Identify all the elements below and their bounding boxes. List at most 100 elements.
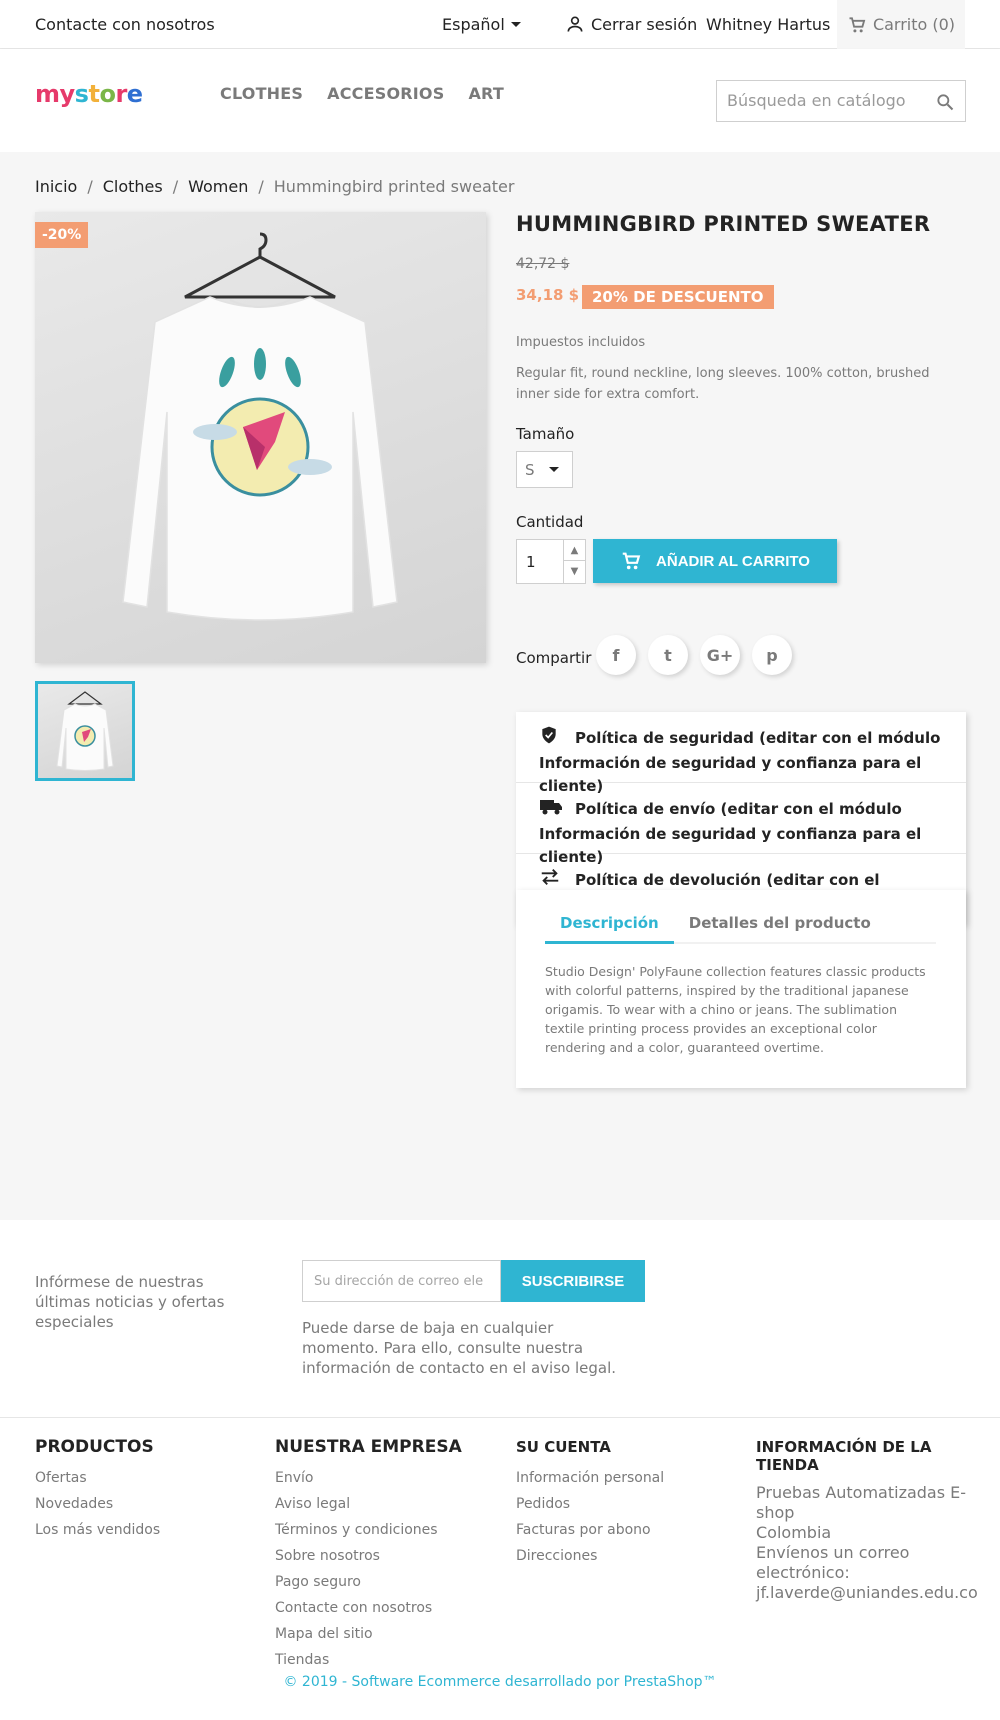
language-selector[interactable]: Español bbox=[442, 15, 521, 34]
quantity-label: Cantidad bbox=[516, 513, 584, 531]
breadcrumb-separator: / bbox=[172, 177, 179, 196]
store-country: Colombia bbox=[756, 1523, 832, 1542]
product-thumbnail[interactable] bbox=[35, 681, 135, 781]
product-cover-image[interactable] bbox=[35, 212, 486, 663]
product-short-description: Regular fit, round neckline, long sleeve… bbox=[516, 366, 930, 402]
footer-link[interactable]: Tiendas bbox=[275, 1647, 485, 1673]
main-nav: CLOTHES ACCESORIOS ART bbox=[220, 84, 504, 103]
product-title: HUMMINGBIRD PRINTED SWEATER bbox=[516, 212, 931, 236]
contact-link[interactable]: Contacte con nosotros bbox=[35, 15, 215, 34]
copyright-link[interactable]: © 2019 - Software Ecommerce desarrollado… bbox=[0, 1674, 1000, 1690]
site-header: my store CLOTHES ACCESORIOS ART bbox=[0, 49, 1000, 152]
footer-store-info: INFORMACIÓN DE LA TIENDA Pruebas Automat… bbox=[756, 1438, 978, 1603]
tab-description[interactable]: Descripción bbox=[545, 914, 674, 944]
cart-icon bbox=[622, 552, 641, 570]
newsletter-email-input[interactable] bbox=[303, 1261, 483, 1301]
quantity-stepper: ▲ ▼ bbox=[516, 539, 586, 584]
store-name: Pruebas Automatizadas E-shop bbox=[756, 1483, 967, 1522]
footer-column-account: SU CUENTA Información personal Pedidos F… bbox=[516, 1438, 716, 1569]
footer-link[interactable]: Sobre nosotros bbox=[275, 1543, 485, 1569]
footer-link[interactable]: Ofertas bbox=[35, 1465, 235, 1491]
logo-part: s bbox=[74, 80, 89, 108]
reassurance-item-security: Política de seguridad (editar con el mód… bbox=[516, 712, 966, 795]
store-logo[interactable]: my store bbox=[35, 80, 143, 108]
footer-link[interactable]: Pago seguro bbox=[275, 1569, 485, 1595]
size-label: Tamaño bbox=[516, 425, 575, 443]
chevron-down-icon bbox=[548, 467, 559, 472]
logo-part: r bbox=[115, 80, 127, 108]
newsletter-block: Infórmese de nuestras últimas noticias y… bbox=[0, 1220, 1000, 1418]
footer-link[interactable]: Envío bbox=[275, 1465, 485, 1491]
quantity-spinner: ▲ ▼ bbox=[563, 540, 585, 583]
logo-part: o bbox=[99, 80, 116, 108]
breadcrumb-home[interactable]: Inicio bbox=[35, 177, 77, 196]
tax-label: Impuestos incluidos bbox=[516, 335, 646, 350]
logo-part: my bbox=[35, 80, 75, 108]
footer-heading: NUESTRA EMPRESA bbox=[275, 1437, 462, 1457]
regular-price: 42,72 $ bbox=[516, 256, 570, 272]
current-price: 34,18 $ bbox=[516, 286, 580, 304]
search-input[interactable] bbox=[727, 81, 927, 119]
cart-label: Carrito (0) bbox=[872, 15, 956, 34]
account-link[interactable]: Whitney Hartus bbox=[706, 15, 830, 34]
newsletter-note: Puede darse de baja en cualquier momento… bbox=[302, 1319, 617, 1377]
footer-link[interactable]: Contacte con nosotros bbox=[275, 1595, 485, 1621]
truck-icon bbox=[539, 796, 563, 823]
logo-part: e bbox=[126, 80, 143, 108]
shield-icon bbox=[539, 725, 563, 752]
twitter-icon[interactable]: t bbox=[648, 635, 688, 675]
search-icon[interactable] bbox=[935, 92, 955, 112]
footer-column-products: PRODUCTOS Ofertas Novedades Los más vend… bbox=[35, 1438, 235, 1543]
add-to-cart-label: AÑADIR AL CARRITO bbox=[656, 552, 810, 570]
product-description: Studio Design' PolyFaune collection feat… bbox=[545, 964, 926, 1055]
footer-link[interactable]: Información personal bbox=[516, 1465, 716, 1491]
footer-heading: PRODUCTOS bbox=[35, 1437, 154, 1457]
breadcrumb-clothes[interactable]: Clothes bbox=[103, 177, 163, 196]
quantity-up-icon[interactable]: ▲ bbox=[564, 540, 585, 561]
nav-item-clothes[interactable]: CLOTHES bbox=[220, 84, 303, 103]
footer-heading: SU CUENTA bbox=[516, 1438, 611, 1456]
product-page: Inicio / Clothes / Women / Hummingbird p… bbox=[0, 152, 1000, 1220]
pinterest-icon[interactable]: p bbox=[752, 635, 792, 675]
nav-item-accesorios[interactable]: ACCESORIOS bbox=[327, 84, 444, 103]
top-bar: Contacte con nosotros Español Cerrar ses… bbox=[0, 0, 1000, 49]
breadcrumb-women[interactable]: Women bbox=[188, 177, 248, 196]
user-icon bbox=[567, 16, 583, 32]
breadcrumb-current: Hummingbird printed sweater bbox=[273, 177, 515, 196]
discount-flag: -20% bbox=[35, 222, 89, 248]
newsletter-field bbox=[302, 1260, 501, 1302]
sweater-illustration bbox=[122, 232, 398, 621]
footer-link[interactable]: Aviso legal bbox=[275, 1491, 485, 1517]
thumbnail-illustration bbox=[56, 691, 114, 771]
subscribe-button[interactable]: SUSCRIBIRSE bbox=[501, 1260, 645, 1302]
store-email-label: Envíenos un correo electrónico: bbox=[756, 1543, 910, 1582]
site-footer: PRODUCTOS Ofertas Novedades Los más vend… bbox=[0, 1418, 1000, 1720]
newsletter-text: Infórmese de nuestras últimas noticias y… bbox=[35, 1273, 225, 1331]
cart-link[interactable]: Carrito (0) bbox=[837, 0, 965, 49]
breadcrumb: Inicio / Clothes / Women / Hummingbird p… bbox=[35, 177, 514, 196]
add-to-cart-button[interactable]: AÑADIR AL CARRITO bbox=[593, 539, 837, 583]
cart-icon bbox=[849, 16, 866, 32]
language-label: Español bbox=[442, 15, 505, 34]
footer-link[interactable]: Mapa del sitio bbox=[275, 1621, 485, 1647]
tab-product-details[interactable]: Detalles del producto bbox=[674, 914, 886, 944]
footer-link[interactable]: Direcciones bbox=[516, 1543, 716, 1569]
facebook-icon[interactable]: f bbox=[596, 635, 636, 675]
store-email-link[interactable]: jf.laverde@uniandes.edu.co bbox=[756, 1583, 978, 1602]
footer-link[interactable]: Los más vendidos bbox=[35, 1517, 235, 1543]
nav-item-art[interactable]: ART bbox=[468, 84, 504, 103]
size-select[interactable]: S bbox=[516, 451, 573, 488]
footer-link[interactable]: Términos y condiciones bbox=[275, 1517, 485, 1543]
footer-link[interactable]: Facturas por abono bbox=[516, 1517, 716, 1543]
footer-heading: INFORMACIÓN DE LA TIENDA bbox=[756, 1438, 932, 1474]
share-label: Compartir bbox=[516, 649, 592, 667]
footer-link[interactable]: Novedades bbox=[35, 1491, 235, 1517]
size-value: S bbox=[525, 460, 535, 479]
google-plus-icon[interactable]: G+ bbox=[700, 635, 740, 675]
footer-link[interactable]: Pedidos bbox=[516, 1491, 716, 1517]
quantity-input[interactable] bbox=[517, 540, 563, 583]
tab-bar: Descripción Detalles del producto bbox=[545, 914, 936, 944]
quantity-down-icon[interactable]: ▼ bbox=[564, 561, 585, 582]
logout-label: Cerrar sesión bbox=[591, 14, 698, 34]
logout-link[interactable]: Cerrar sesión bbox=[565, 14, 697, 34]
